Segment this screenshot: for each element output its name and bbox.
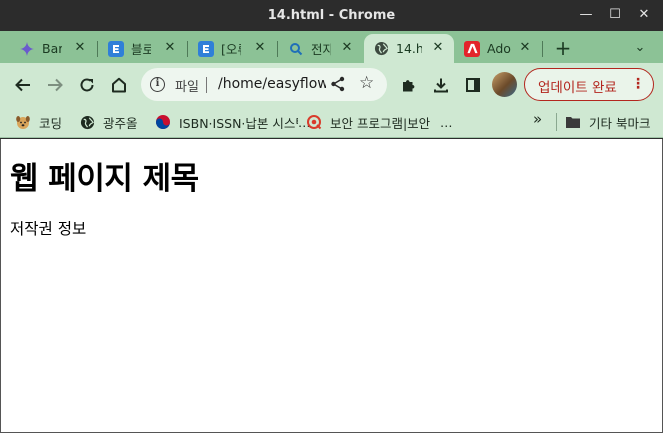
extensions-button[interactable] xyxy=(397,73,421,97)
korea-emblem-icon xyxy=(155,114,171,130)
tab-label: 전자 xyxy=(311,42,331,57)
side-panel-button[interactable] xyxy=(461,73,485,97)
window-title: 14.html - Chrome xyxy=(267,8,396,23)
tab-bard[interactable]: Bard ✕ xyxy=(10,34,96,63)
tab-search[interactable]: 전자 ✕ xyxy=(279,34,363,63)
tab-separator xyxy=(542,41,543,57)
window-titlebar: 14.html - Chrome — ☐ ✕ xyxy=(0,0,663,31)
shield-q-icon xyxy=(306,114,322,130)
downloads-button[interactable] xyxy=(429,73,453,97)
tab-adobe[interactable]: Adobe ✕ xyxy=(455,34,541,63)
update-button[interactable]: 업데이트 완료 ⋮ xyxy=(524,68,654,101)
share-icon[interactable] xyxy=(329,75,347,93)
other-bookmarks-label: 기타 북마크 xyxy=(589,115,651,131)
arrow-right-icon xyxy=(48,78,63,92)
bookmark-isbn[interactable]: ISBN·ISSN·납본 시스템 … xyxy=(155,112,311,132)
page-content: 웹 페이지 제목 저작권 정보 xyxy=(0,139,663,433)
back-button[interactable] xyxy=(11,73,35,97)
reload-button[interactable] xyxy=(75,73,99,97)
home-icon xyxy=(112,77,126,93)
search-icon xyxy=(288,41,304,57)
ellipsis: … xyxy=(440,114,453,130)
tab-close-icon[interactable]: ✕ xyxy=(252,40,268,56)
adobe-icon xyxy=(464,40,480,57)
side-panel-icon xyxy=(466,78,480,92)
tab-separator xyxy=(97,41,98,57)
kebab-menu-icon[interactable]: ⋮ xyxy=(631,76,645,92)
tab-label: Adobe xyxy=(487,41,511,56)
tab-close-icon[interactable]: ✕ xyxy=(430,40,446,56)
bookmark-label: ISBN·ISSN·납본 시스템 xyxy=(179,115,298,131)
easyflow-icon xyxy=(108,40,124,57)
profile-avatar[interactable] xyxy=(492,72,517,97)
tab-search-button[interactable]: ⌄ xyxy=(630,37,650,59)
tab-close-icon[interactable]: ✕ xyxy=(339,40,355,56)
bookmark-security[interactable]: 보안 프로그램|보안 … xyxy=(306,112,453,132)
easyflow-icon xyxy=(198,40,214,57)
globe-icon xyxy=(79,114,95,130)
bookmark-star-icon[interactable]: ☆ xyxy=(359,73,374,93)
omnibox-separator xyxy=(206,77,207,93)
tab-label: 블로그 xyxy=(131,42,151,57)
browser-toolbar: i 파일 /home/easyflow/14.html ☆ 업데이트 완료 ⋮ xyxy=(0,63,663,106)
home-button[interactable] xyxy=(107,73,131,97)
new-tab-button[interactable]: + xyxy=(552,37,574,59)
tab-separator xyxy=(277,41,278,57)
forward-button[interactable] xyxy=(43,73,67,97)
address-bar[interactable]: i 파일 /home/easyflow/14.html ☆ xyxy=(141,68,387,101)
info-icon[interactable]: i xyxy=(150,77,165,92)
close-window-button[interactable]: ✕ xyxy=(634,6,654,24)
tab-14-html[interactable]: 14.html ✕ xyxy=(364,34,454,63)
bookmark-label: 광주올 xyxy=(103,115,138,131)
tab-close-icon[interactable]: ✕ xyxy=(72,40,88,56)
bookmark-label: 코딩 xyxy=(39,115,63,131)
folder-icon xyxy=(565,114,581,130)
scheme-label: 파일 xyxy=(175,80,199,95)
tab-label: 14.html xyxy=(396,41,422,56)
globe-icon xyxy=(373,41,389,57)
bookmark-coding[interactable]: 코딩 xyxy=(15,112,62,132)
tab-label: Bard xyxy=(42,41,62,56)
maximize-button[interactable]: ☐ xyxy=(605,6,625,24)
tab-label: [오류] xyxy=(221,42,241,57)
update-label: 업데이트 완료 xyxy=(538,80,617,96)
url-text[interactable]: /home/easyflow/14.html xyxy=(218,76,326,92)
bookmark-label: 보안 프로그램|보안 xyxy=(330,115,431,131)
tab-error[interactable]: [오류] ✕ xyxy=(189,34,276,63)
download-icon xyxy=(434,78,448,93)
other-bookmarks[interactable]: 기타 북마크 xyxy=(565,112,650,132)
bookmark-gwangjuol[interactable]: 광주올 xyxy=(79,112,138,132)
bookmarks-overflow-button[interactable]: » xyxy=(533,110,542,128)
tab-close-icon[interactable]: ✕ xyxy=(162,40,178,56)
bard-icon xyxy=(19,41,35,57)
bookmarks-bar: 코딩 광주올 ISBN·ISSN·납본 시스템 … 보안 프로그램|보안 … 기… xyxy=(0,106,663,138)
puzzle-icon xyxy=(403,80,415,92)
arrow-left-icon xyxy=(15,78,30,92)
page-heading: 웹 페이지 제목 xyxy=(10,161,199,197)
tab-separator xyxy=(187,41,188,57)
dog-icon xyxy=(15,114,31,130)
tab-blog[interactable]: 블로그 ✕ xyxy=(99,34,186,63)
tab-close-icon[interactable]: ✕ xyxy=(517,40,533,56)
reload-icon xyxy=(80,78,94,92)
bookmarks-separator xyxy=(556,113,557,131)
minimize-button[interactable]: — xyxy=(576,6,596,24)
tab-strip: Bard ✕ 블로그 ✕ [오류] ✕ 전자 ✕ 14.html ✕ xyxy=(0,31,663,63)
copyright-text: 저작권 정보 xyxy=(10,220,87,238)
